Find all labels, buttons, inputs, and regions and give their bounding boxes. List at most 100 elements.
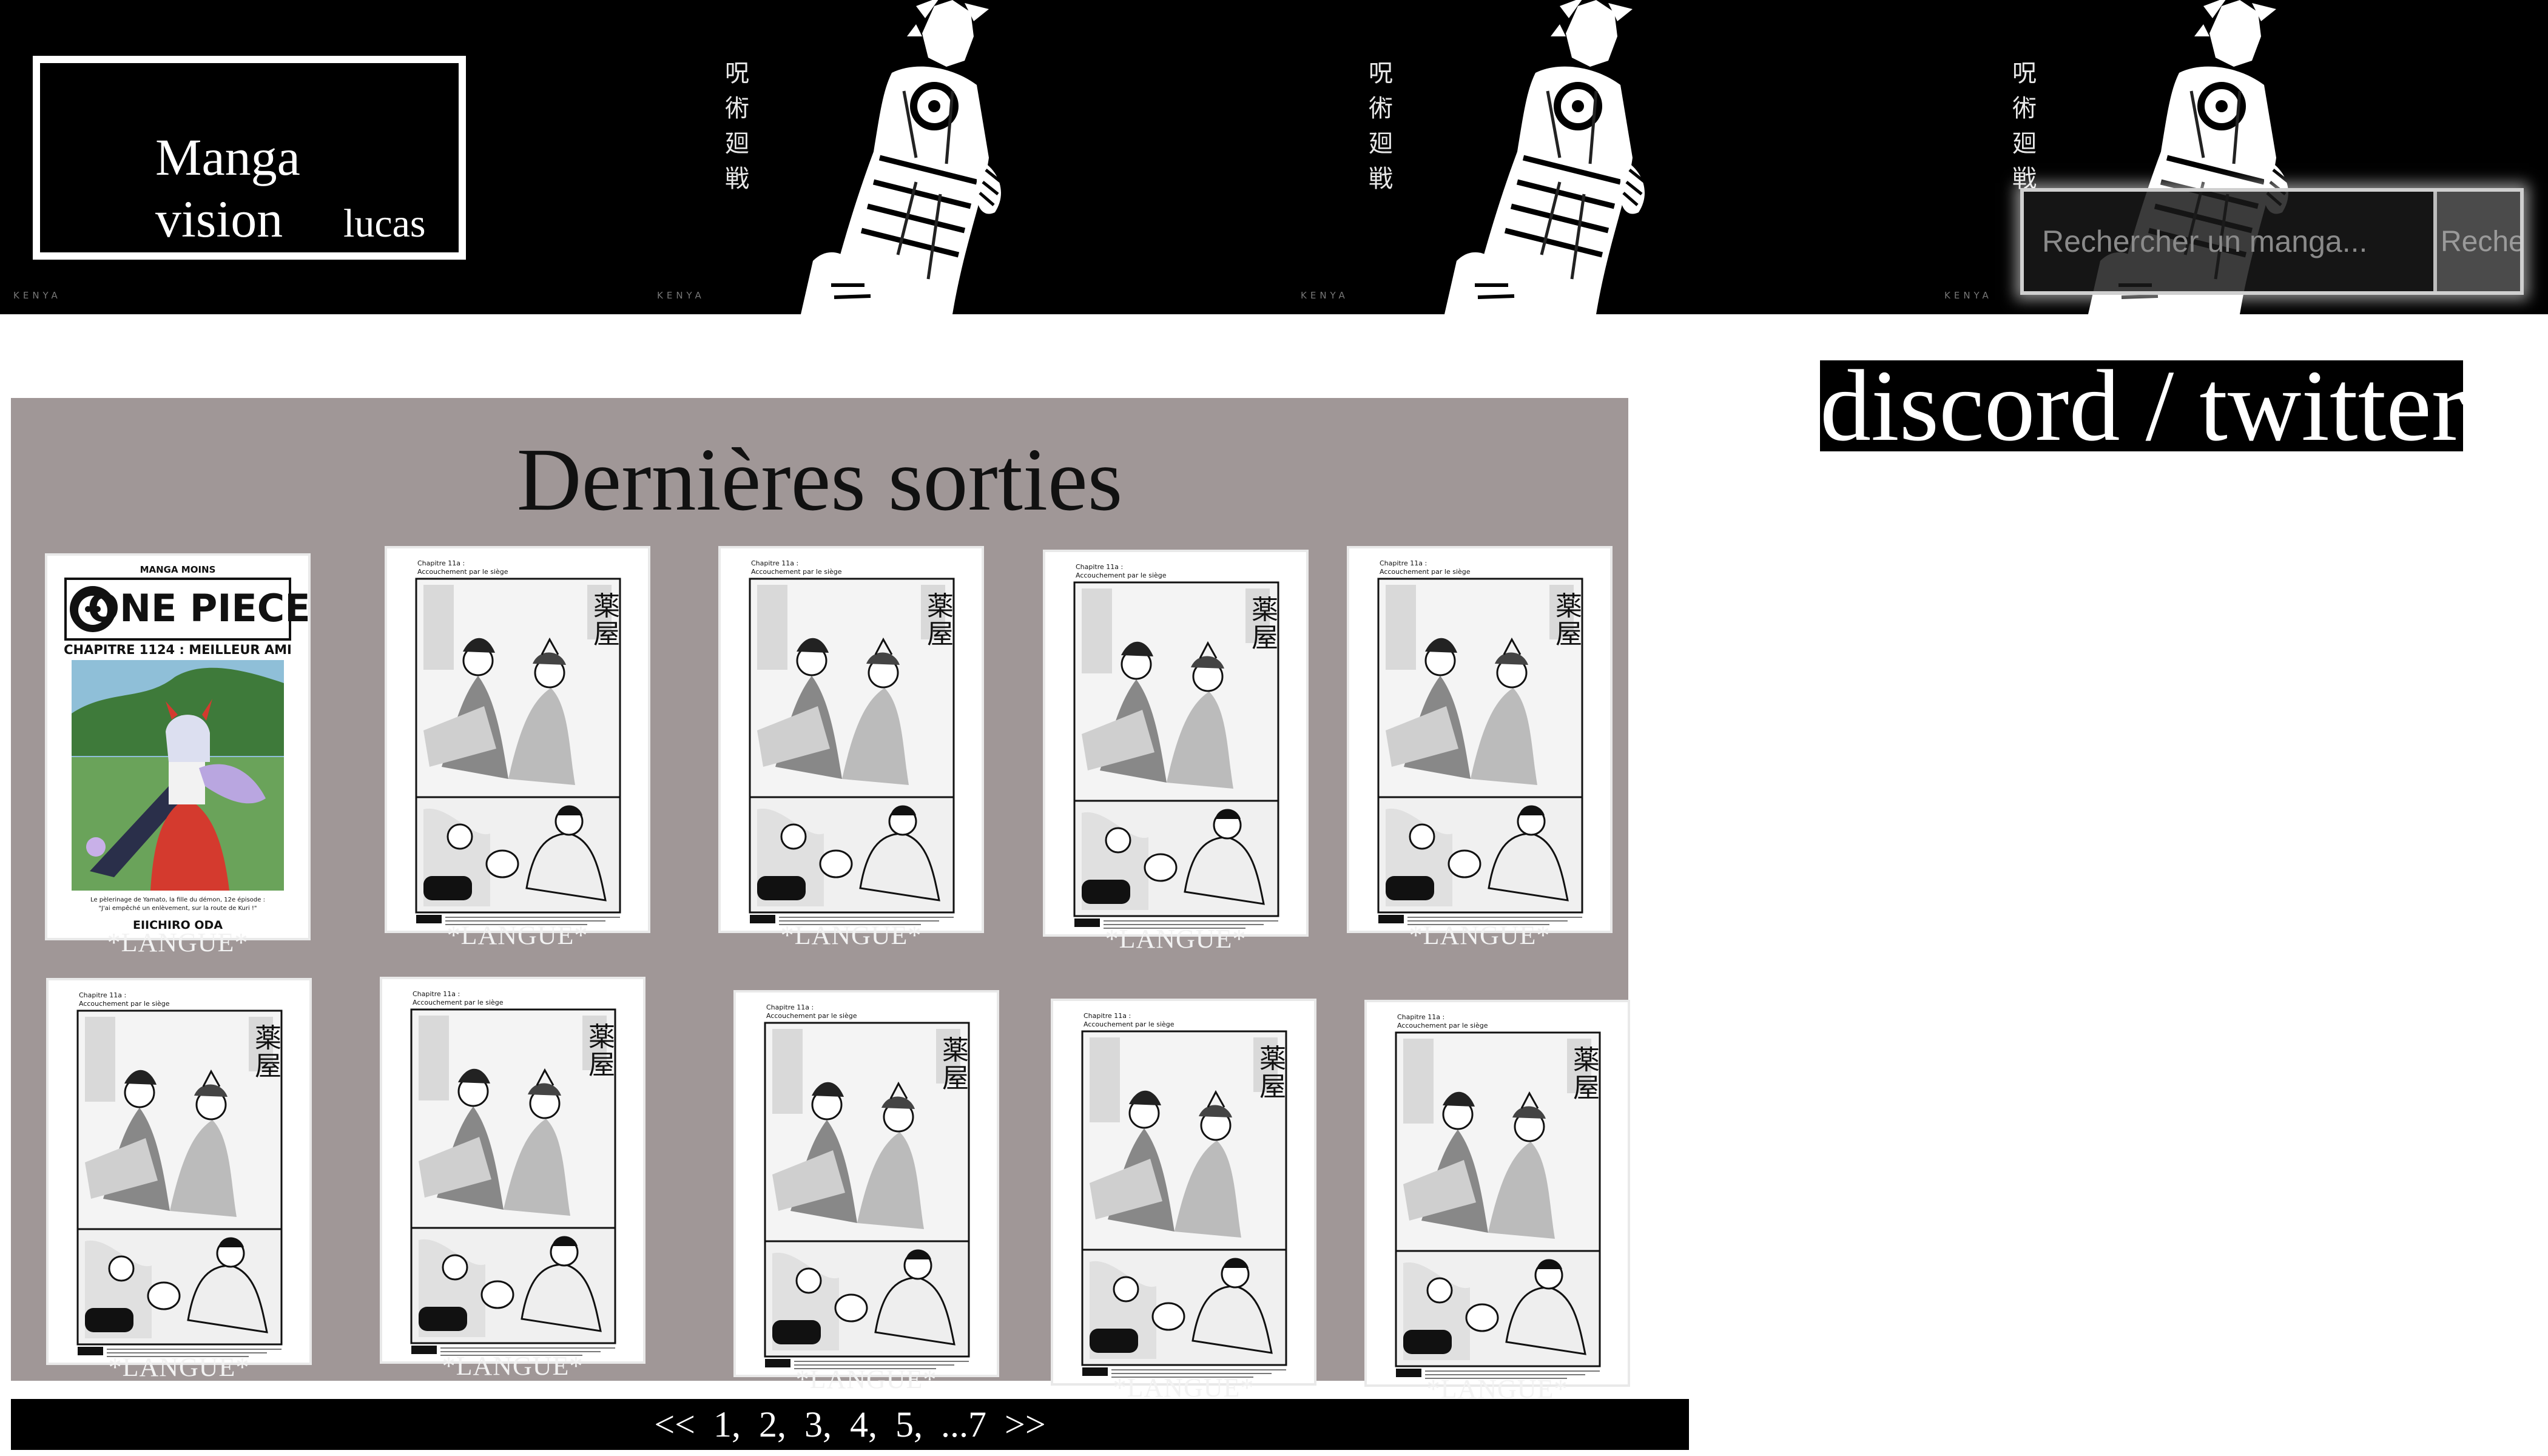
cover-chapter-subtitle: Accouchement par le siège bbox=[766, 1012, 857, 1020]
pagination-page[interactable]: ...7 bbox=[941, 1404, 986, 1444]
logo-text: vision bbox=[155, 190, 283, 248]
cover-chapter-subtitle: Accouchement par le siège bbox=[413, 999, 504, 1006]
release-card[interactable]: Chapitre 11a : Accouchement par le siège… bbox=[721, 548, 982, 950]
svg-text:屋: 屋 bbox=[1259, 1071, 1286, 1102]
release-language-label: *LANGUE* bbox=[107, 928, 249, 957]
release-card[interactable]: Chapitre 11a : Accouchement par le siège… bbox=[382, 979, 643, 1381]
logo-text: Manga bbox=[155, 128, 300, 186]
release-cover[interactable]: Chapitre 11a : Accouchement par le siège… bbox=[1053, 1001, 1314, 1383]
site-logo[interactable]: Manga vision lucas bbox=[33, 56, 466, 260]
svg-text:薬: 薬 bbox=[942, 1035, 969, 1066]
banner-tile: 呪 術 廻 戦 KENYA bbox=[644, 0, 1646, 314]
svg-text:ONE PIECE: ONE PIECE bbox=[87, 586, 308, 630]
cover-chapter-subtitle: Accouchement par le siège bbox=[1084, 1020, 1175, 1028]
social-links[interactable]: discord / twitter bbox=[1820, 360, 2463, 451]
cover-chapter-label: Chapitre 11a : bbox=[1084, 1012, 1131, 1020]
release-language-label: *LANGUE* bbox=[795, 1364, 937, 1394]
manga-cover-art: Chapitre 11a : Accouchement par le siège… bbox=[721, 548, 982, 931]
svg-text:薬: 薬 bbox=[927, 591, 954, 622]
svg-text:屋: 屋 bbox=[1555, 619, 1582, 650]
release-language-label: *LANGUE* bbox=[108, 1352, 250, 1382]
release-cover[interactable]: Chapitre 11a : Accouchement par le siège… bbox=[49, 980, 309, 1363]
cover-chapter-label: Chapitre 11a : bbox=[1397, 1013, 1444, 1021]
svg-text:薬: 薬 bbox=[1259, 1043, 1286, 1074]
release-language-label: *LANGUE* bbox=[780, 920, 922, 950]
search-form: Rechercher bbox=[2020, 188, 2524, 295]
svg-text:薬: 薬 bbox=[593, 591, 620, 622]
cover-chapter-label: Chapitre 11a : bbox=[766, 1003, 814, 1011]
svg-text:CHAPITRE 1124 : MEILLEUR AMI: CHAPITRE 1124 : MEILLEUR AMI bbox=[64, 642, 292, 657]
latest-releases-panel: Dernières sorties MANGA MOINS ONE PIECE … bbox=[11, 398, 1628, 1404]
cover-chapter-label: Chapitre 11a : bbox=[417, 559, 465, 567]
cover-chapter-subtitle: Accouchement par le siège bbox=[1380, 568, 1471, 576]
release-card[interactable]: MANGA MOINS ONE PIECE CHAPITRE 1124 : ME… bbox=[47, 556, 308, 957]
svg-text:薬: 薬 bbox=[1573, 1045, 1600, 1076]
release-card[interactable]: Chapitre 11a : Accouchement par le siège… bbox=[1349, 548, 1610, 950]
svg-text:屋: 屋 bbox=[1573, 1073, 1600, 1104]
svg-text:薬: 薬 bbox=[588, 1022, 615, 1053]
release-cover[interactable]: Chapitre 11a : Accouchement par le siège… bbox=[1349, 548, 1610, 931]
manga-cover-art: Chapitre 11a : Accouchement par le siège… bbox=[382, 979, 643, 1361]
manga-cover-art: Chapitre 11a : Accouchement par le siège… bbox=[736, 993, 997, 1375]
svg-text:Le pèlerinage de Yamato, la fi: Le pèlerinage de Yamato, la fille du dém… bbox=[90, 896, 265, 903]
banner-mark: KENYA bbox=[13, 290, 61, 301]
cover-chapter-label: Chapitre 11a : bbox=[751, 559, 798, 567]
cover-chapter-subtitle: Accouchement par le siège bbox=[79, 1000, 170, 1008]
svg-text:屋: 屋 bbox=[255, 1051, 281, 1082]
cover-chapter-subtitle: Accouchement par le siège bbox=[417, 568, 508, 576]
svg-text:屋: 屋 bbox=[927, 619, 954, 650]
manga-cover-art: Chapitre 11a : Accouchement par le siège… bbox=[387, 548, 648, 931]
release-cover[interactable]: Chapitre 11a : Accouchement par le siège… bbox=[1367, 1002, 1628, 1384]
search-input[interactable] bbox=[2024, 192, 2437, 291]
release-card[interactable]: Chapitre 11a : Accouchement par le siège… bbox=[1045, 552, 1306, 954]
release-card[interactable]: Chapitre 11a : Accouchement par le siège… bbox=[1367, 1002, 1628, 1404]
pagination-page[interactable]: 3, bbox=[804, 1404, 832, 1444]
manga-cover-art: Chapitre 11a : Accouchement par le siège… bbox=[1053, 1001, 1314, 1383]
release-cover[interactable]: Chapitre 11a : Accouchement par le siège… bbox=[736, 993, 997, 1375]
svg-text:屋: 屋 bbox=[588, 1050, 615, 1080]
section-title: Dernières sorties bbox=[516, 430, 1123, 530]
release-card[interactable]: Chapitre 11a : Accouchement par le siège… bbox=[49, 980, 309, 1382]
banner-mark: KENYA bbox=[1944, 290, 1992, 301]
release-cover[interactable]: Chapitre 11a : Accouchement par le siège… bbox=[387, 548, 648, 931]
cover-chapter-subtitle: Accouchement par le siège bbox=[1397, 1022, 1488, 1030]
manga-cover-art: MANGA MOINS ONE PIECE CHAPITRE 1124 : ME… bbox=[47, 556, 308, 938]
release-language-label: *LANGUE* bbox=[1409, 920, 1551, 950]
release-language-label: *LANGUE* bbox=[442, 1351, 584, 1381]
release-card[interactable]: Chapitre 11a : Accouchement par le siège… bbox=[1053, 1001, 1314, 1403]
cover-chapter-subtitle: Accouchement par le siège bbox=[1076, 571, 1167, 579]
svg-text:MANGA MOINS: MANGA MOINS bbox=[140, 564, 216, 575]
release-cover[interactable]: Chapitre 11a : Accouchement par le siège… bbox=[382, 979, 643, 1361]
pagination-page[interactable]: 2, bbox=[759, 1404, 786, 1444]
header-banner: 呪 術 廻 戦 KENYA 呪 術 廻 戦 KENYA 呪 術 廻 戦 KENY… bbox=[0, 0, 2548, 314]
pagination: << 1, 2, 3, 4, 5, ...7 >> bbox=[11, 1399, 1689, 1450]
release-card[interactable]: Chapitre 11a : Accouchement par le siège… bbox=[736, 993, 997, 1394]
release-card[interactable]: Chapitre 11a : Accouchement par le siège… bbox=[387, 548, 648, 950]
pagination-page[interactable]: 5, bbox=[895, 1404, 923, 1444]
banner-mark: KENYA bbox=[657, 290, 705, 301]
cover-chapter-label: Chapitre 11a : bbox=[79, 991, 126, 999]
release-cover[interactable]: Chapitre 11a : Accouchement par le siège… bbox=[721, 548, 982, 931]
svg-text:薬: 薬 bbox=[1555, 591, 1582, 622]
manga-cover-art: Chapitre 11a : Accouchement par le siège… bbox=[1045, 552, 1306, 934]
cover-chapter-subtitle: Accouchement par le siège bbox=[751, 568, 842, 576]
cover-chapter-label: Chapitre 11a : bbox=[413, 990, 460, 998]
pagination-page[interactable]: 1, bbox=[713, 1404, 741, 1444]
svg-text:"J'ai empêché un enlèvement, s: "J'ai empêché un enlèvement, sur la rout… bbox=[98, 905, 257, 912]
svg-text:屋: 屋 bbox=[942, 1063, 969, 1094]
svg-text:薬: 薬 bbox=[255, 1023, 281, 1054]
search-button[interactable]: Rechercher bbox=[2437, 192, 2520, 291]
svg-text:薬: 薬 bbox=[1252, 595, 1278, 625]
pagination-prev[interactable]: << bbox=[654, 1404, 695, 1444]
pagination-next[interactable]: >> bbox=[1005, 1404, 1046, 1444]
manga-cover-art: Chapitre 11a : Accouchement par le siège… bbox=[49, 980, 309, 1363]
banner-mark: KENYA bbox=[1301, 290, 1349, 301]
username[interactable]: lucas bbox=[343, 204, 426, 244]
release-cover[interactable]: MANGA MOINS ONE PIECE CHAPITRE 1124 : ME… bbox=[47, 556, 308, 938]
svg-text:屋: 屋 bbox=[1252, 622, 1278, 653]
manga-cover-art: Chapitre 11a : Accouchement par le siège… bbox=[1367, 1002, 1628, 1384]
banner-tile: 呪 術 廻 戦 KENYA bbox=[1287, 0, 2290, 314]
release-cover[interactable]: Chapitre 11a : Accouchement par le siège… bbox=[1045, 552, 1306, 934]
pagination-page[interactable]: 4, bbox=[850, 1404, 877, 1444]
release-language-label: *LANGUE* bbox=[447, 920, 588, 950]
